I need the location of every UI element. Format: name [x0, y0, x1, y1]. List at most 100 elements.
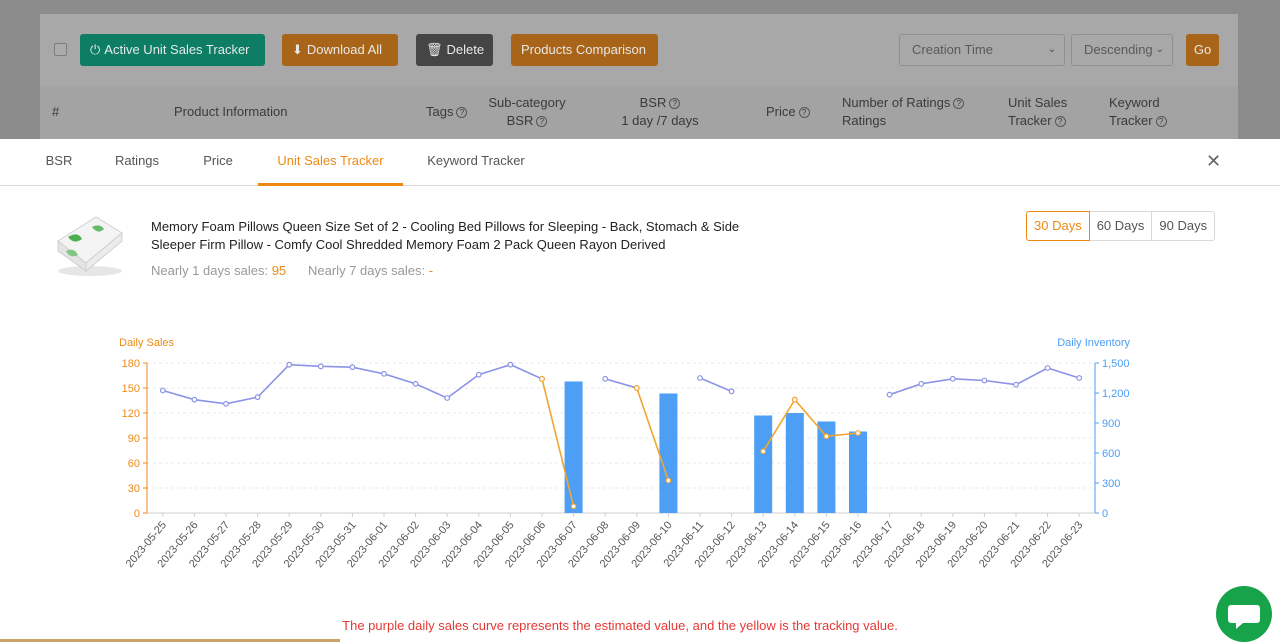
tab-bsr[interactable]: BSR	[37, 139, 81, 186]
y-tick-label-left: 180	[122, 358, 140, 370]
y-tick-label-left: 30	[128, 483, 140, 495]
column-header-tags: Tags?	[426, 103, 468, 121]
estimated-sales-point	[697, 375, 703, 381]
estimated-sales-point	[728, 388, 735, 395]
products-comparison-button[interactable]: Products Comparison	[511, 34, 658, 66]
y-tick-label-right: 1,200	[1102, 388, 1130, 400]
unit-sales-chart: Daily Sales Daily Inventory 0 30 60 90 120 150 1…	[119, 337, 1130, 570]
column-header-ratings: Number of Ratings? Ratings	[842, 94, 965, 130]
sort-field-select[interactable]: Creation Time ⌄	[899, 34, 1065, 66]
estimated-sales-point	[349, 364, 356, 371]
estimated-sales-point	[918, 380, 925, 387]
product-image	[57, 216, 123, 276]
y-tick-label-left: 0	[134, 508, 140, 520]
y-tick-label-right: 1,500	[1102, 358, 1130, 370]
help-icon: ?	[1155, 116, 1167, 128]
column-header-bsr: BSR? 1 day /7 days	[621, 95, 699, 128]
sales-1-day: Nearly 1 days sales: 95	[151, 263, 287, 278]
estimated-sales-point	[254, 394, 261, 401]
tab-price[interactable]: Price	[192, 139, 244, 186]
estimated-sales-point	[949, 375, 956, 382]
estimated-sales-point	[191, 396, 198, 403]
estimated-sales-point	[602, 375, 609, 382]
power-icon: ⏻	[90, 42, 101, 57]
product-title: Memory Foam Pillows Queen Size Set of 2 …	[151, 219, 740, 252]
chevron-down-icon: ⌄	[1155, 44, 1164, 55]
estimated-sales-line	[699, 377, 732, 393]
help-icon: ?	[456, 107, 468, 119]
sort-order-select[interactable]: Descending ⌄	[1071, 34, 1173, 66]
inventory-bar	[659, 393, 678, 513]
help-icon: ?	[536, 116, 548, 128]
estimated-sales-point	[317, 363, 324, 370]
tab-unit-sales-tracker[interactable]: Unit Sales Tracker	[258, 139, 403, 186]
go-button[interactable]: Go	[1186, 34, 1219, 66]
download-all-button[interactable]: ⬇ Download All	[282, 34, 398, 66]
range-30-days[interactable]: 30 Days	[1026, 211, 1090, 241]
tracking-sales-point	[760, 448, 767, 455]
help-icon: ?	[953, 98, 965, 110]
column-header-subcategory: Sub-category BSR?	[488, 95, 566, 128]
close-icon[interactable]: ✕	[1206, 151, 1221, 172]
y-tick-label-right: 600	[1102, 448, 1120, 460]
tracking-sales-point	[633, 385, 640, 391]
date-range-selector: 30 Days 60 Days 90 Days	[1026, 211, 1216, 241]
tracking-sales-line	[762, 398, 859, 452]
download-icon: ⬇	[292, 42, 303, 57]
y-tick-label-right: 300	[1102, 478, 1120, 490]
chart-note: The purple daily sales curve represents …	[342, 618, 898, 633]
estimated-sales-point	[1076, 375, 1083, 381]
help-icon: ?	[798, 107, 810, 119]
active-unit-sales-tracker-button[interactable]: ⏻ Active Unit Sales Tracker	[80, 34, 265, 66]
estimated-sales-line	[162, 363, 543, 405]
y-tick-label-left: 90	[128, 433, 140, 445]
inventory-bar	[849, 431, 867, 513]
inventory-bar	[754, 415, 773, 513]
estimated-sales-point	[381, 370, 387, 377]
tab-keyword-tracker[interactable]: Keyword Tracker	[416, 139, 536, 186]
trash-icon: 🗑	[426, 42, 443, 57]
inventory-bar	[564, 381, 583, 513]
column-header-index: #	[52, 104, 60, 119]
inventory-bar	[785, 413, 804, 513]
estimated-sales-point	[286, 361, 293, 368]
column-header-keyword: Keyword Tracker?	[1109, 94, 1167, 130]
y-axis-left-label: Daily Sales	[119, 337, 175, 349]
column-header-product: Product Information	[174, 104, 288, 119]
column-header-unit-sales: Unit Sales Tracker?	[1008, 95, 1068, 128]
estimated-sales-point	[412, 380, 419, 387]
sales-7-days: Nearly 7 days sales: -	[308, 263, 434, 278]
y-tick-label-left: 120	[122, 408, 140, 420]
range-60-days[interactable]: 60 Days	[1089, 211, 1153, 241]
chevron-down-icon: ⌄	[1047, 44, 1056, 55]
modal-tabs: BSR Ratings Price Unit Sales Tracker Key…	[0, 139, 1280, 186]
y-tick-label-right: 0	[1102, 508, 1108, 520]
select-all-checkbox[interactable]	[54, 43, 67, 56]
y-tick-label-right: 900	[1102, 418, 1120, 430]
tracking-sales-point	[665, 477, 672, 484]
estimated-sales-point	[223, 400, 229, 407]
estimated-sales-point	[444, 395, 451, 401]
estimated-sales-point	[475, 371, 482, 378]
tracking-sales-point	[570, 503, 577, 510]
tracking-sales-point	[791, 396, 798, 403]
estimated-sales-point	[1013, 381, 1019, 388]
tab-ratings[interactable]: Ratings	[104, 139, 170, 186]
estimated-sales-point	[507, 361, 514, 368]
unit-sales-modal: BSR Ratings Price Unit Sales Tracker Key…	[0, 139, 1280, 642]
y-tick-label-left: 60	[128, 458, 140, 470]
estimated-sales-line	[604, 378, 638, 389]
estimated-sales-point	[981, 377, 988, 384]
chat-button[interactable]	[1216, 586, 1272, 642]
help-icon: ?	[669, 98, 681, 110]
chat-icon	[1228, 605, 1260, 629]
column-header-price: Price?	[766, 103, 810, 121]
estimated-sales-point	[159, 387, 166, 394]
tracking-sales-point	[823, 433, 830, 440]
estimated-sales-point	[886, 391, 893, 398]
estimated-sales-point	[1044, 365, 1051, 371]
help-icon: ?	[1054, 116, 1066, 128]
tracking-sales-point	[539, 375, 545, 382]
delete-button[interactable]: 🗑 Delete	[416, 34, 493, 66]
range-90-days[interactable]: 90 Days	[1152, 211, 1216, 241]
